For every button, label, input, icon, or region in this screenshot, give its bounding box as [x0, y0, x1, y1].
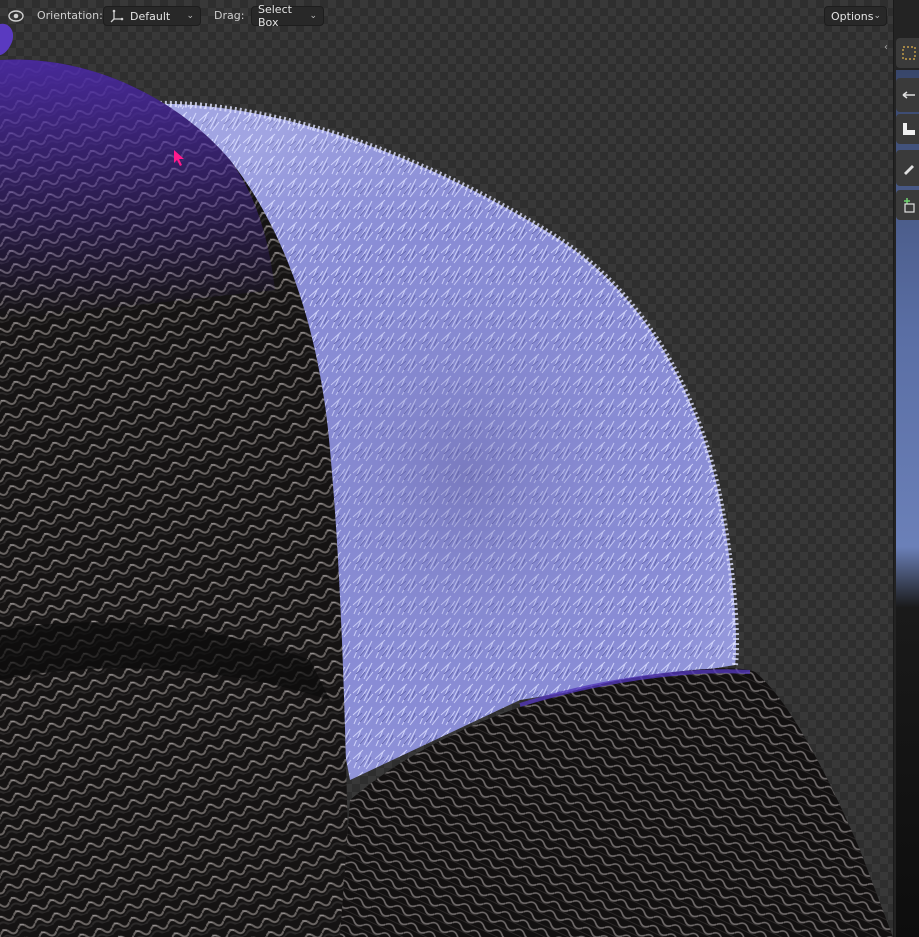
chevron-down-icon: ⌄	[186, 11, 194, 21]
move-tool[interactable]	[896, 78, 919, 112]
sculpt-view-icon[interactable]	[6, 7, 26, 25]
move-icon	[902, 91, 915, 99]
scale-tool[interactable]	[896, 114, 919, 144]
options-label: Options	[831, 9, 874, 23]
orientation-value: Default	[130, 9, 171, 23]
chevron-down-icon: ⌄	[309, 11, 317, 21]
chevron-left-icon[interactable]: ‹	[884, 42, 888, 53]
scale-icon	[903, 123, 915, 135]
transform-orientation-icon	[110, 9, 124, 23]
orientation-dropdown[interactable]: Default ⌄	[103, 6, 201, 26]
3d-viewport[interactable]: Orientation: Default ⌄ Drag: Select Box …	[0, 0, 893, 937]
select-box-tool[interactable]	[896, 38, 919, 68]
annotate-icon	[904, 165, 914, 175]
tool-shelf	[893, 0, 919, 937]
drag-label: Drag:	[214, 9, 245, 22]
viewport-header: Orientation: Default ⌄ Drag: Select Box …	[0, 0, 893, 32]
orientation-label: Orientation:	[37, 9, 103, 22]
add-cube-tool[interactable]	[896, 190, 919, 220]
options-dropdown[interactable]: Options ⌄	[824, 6, 887, 26]
annotate-tool[interactable]	[896, 150, 919, 186]
drag-dropdown[interactable]: Select Box ⌄	[251, 3, 324, 29]
sculpt-render	[0, 23, 893, 937]
chevron-down-icon: ⌄	[873, 11, 881, 21]
drag-value: Select Box	[258, 3, 292, 29]
select-box-icon	[902, 46, 916, 60]
add-cube-icon	[904, 198, 915, 213]
